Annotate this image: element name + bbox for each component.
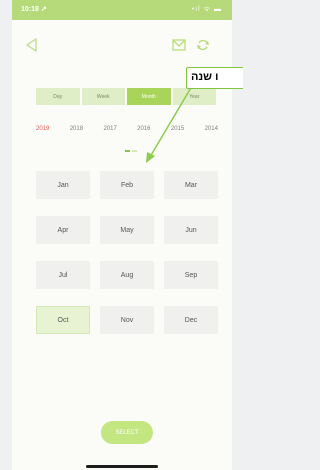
mail-icon[interactable] bbox=[172, 39, 186, 51]
year-item[interactable]: 2018 bbox=[70, 126, 83, 136]
year-item[interactable]: 2019 bbox=[36, 126, 49, 136]
status-bar: 10:18 ↗ •ıl ᯤ ▬ bbox=[12, 0, 232, 20]
year-item[interactable]: 2014 bbox=[205, 126, 218, 136]
status-icons: •ıl ᯤ ▬ bbox=[191, 6, 222, 13]
home-indicator bbox=[86, 465, 158, 468]
month-nov[interactable]: Nov bbox=[100, 306, 154, 334]
month-apr[interactable]: Apr bbox=[36, 216, 90, 244]
year-item[interactable]: 2017 bbox=[103, 126, 116, 136]
tab-week[interactable]: Week bbox=[81, 88, 125, 105]
month-dec[interactable]: Dec bbox=[164, 306, 218, 334]
page-dot bbox=[132, 150, 137, 152]
status-time: 10:18 ↗ bbox=[21, 6, 47, 13]
tab-day[interactable]: Day bbox=[36, 88, 80, 105]
year-selector: 2019 2018 2017 2016 2015 2014 bbox=[36, 126, 218, 136]
page-dot-active bbox=[125, 150, 130, 152]
tab-year[interactable]: Year bbox=[172, 88, 216, 105]
month-may[interactable]: May bbox=[100, 216, 154, 244]
year-item[interactable]: 2016 bbox=[137, 126, 150, 136]
refresh-icon[interactable] bbox=[196, 38, 210, 52]
year-item[interactable]: 2015 bbox=[171, 126, 184, 136]
month-jan[interactable]: Jan bbox=[36, 171, 90, 199]
month-jul[interactable]: Jul bbox=[36, 261, 90, 289]
month-feb[interactable]: Feb bbox=[100, 171, 154, 199]
callout-label: ו שנה bbox=[186, 67, 243, 89]
month-grid: Jan Feb Mar Apr May Jun Jul Aug Sep Oct … bbox=[36, 171, 218, 334]
select-button[interactable]: SELECT bbox=[101, 421, 153, 444]
period-tabs: Day Week Month Year bbox=[36, 88, 216, 105]
month-mar[interactable]: Mar bbox=[164, 171, 218, 199]
month-sep[interactable]: Sep bbox=[164, 261, 218, 289]
page-indicator bbox=[125, 150, 139, 152]
back-arrow-icon[interactable] bbox=[24, 37, 40, 53]
month-aug[interactable]: Aug bbox=[100, 261, 154, 289]
tab-month[interactable]: Month bbox=[127, 88, 171, 105]
month-oct[interactable]: Oct bbox=[36, 306, 90, 334]
month-jun[interactable]: Jun bbox=[164, 216, 218, 244]
